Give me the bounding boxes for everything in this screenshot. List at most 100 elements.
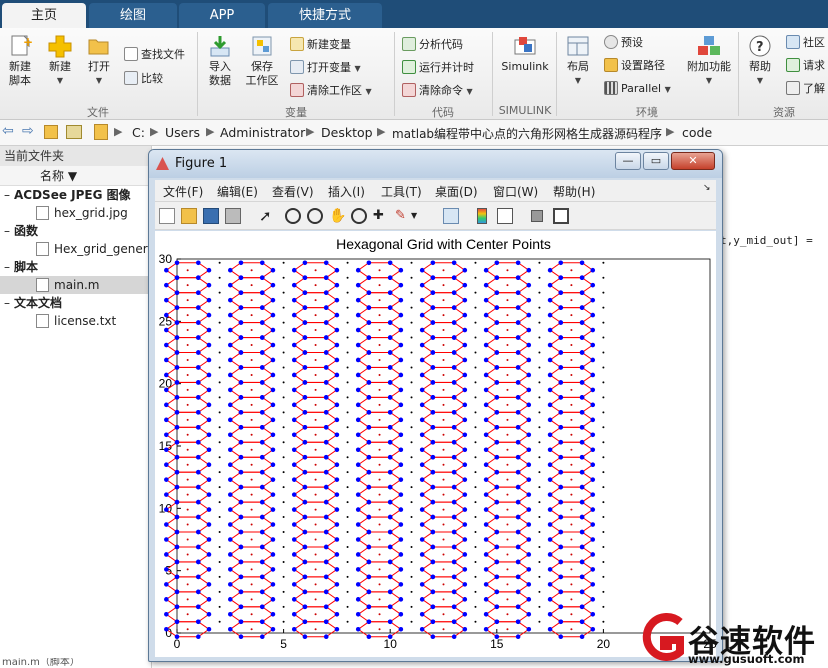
hex-vertex-point [419, 402, 425, 408]
print-icon[interactable] [225, 208, 241, 224]
figure-menu-item[interactable]: 工具(T) [381, 183, 422, 200]
legend-icon[interactable] [497, 208, 513, 224]
colorbar-icon[interactable] [477, 208, 487, 224]
new-variable-button[interactable]: 新建变量 [290, 36, 351, 54]
pan-hand-icon[interactable]: ✋ [329, 208, 346, 224]
back-arrow-icon[interactable]: ⇦ [2, 123, 14, 139]
folder-group[interactable]: 脚本 [0, 258, 151, 276]
data-cursor-icon[interactable]: ✚ [373, 208, 389, 224]
grid-center-point [346, 605, 349, 608]
hex-vertex-point [483, 612, 489, 617]
minimize-button[interactable]: — [615, 152, 641, 170]
breadcrumb-desktop[interactable]: Desktop [321, 125, 373, 140]
zoom-out-icon[interactable] [307, 208, 323, 224]
folder-group[interactable]: 函数 [0, 222, 151, 240]
hex-vertex-point [483, 417, 489, 423]
request-button[interactable]: 请求 [786, 57, 825, 75]
community-button[interactable]: 社区 [786, 34, 825, 52]
set-path-button[interactable]: 设置路径 [604, 57, 665, 75]
hex-vertex-point [323, 410, 329, 415]
zoom-in-icon[interactable] [285, 208, 301, 224]
forward-arrow-icon[interactable]: ⇨ [22, 123, 34, 139]
tab-apps[interactable]: APP [179, 3, 265, 28]
figure-menu-item[interactable]: 桌面(D) [435, 183, 478, 200]
folder-group[interactable]: ACDSee JPEG 图像 [0, 186, 151, 204]
breadcrumb-administrator[interactable]: Administrator [220, 125, 305, 140]
file-list-item[interactable]: license.txt [0, 312, 151, 330]
tab-shortcuts[interactable]: 快捷方式 [268, 3, 382, 28]
folder-group[interactable]: 文本文档 [0, 294, 151, 312]
breadcrumb-users[interactable]: Users [165, 125, 200, 140]
pointer-icon[interactable]: ➚ [259, 208, 275, 224]
new-figure-icon[interactable] [159, 208, 175, 224]
brush-icon[interactable]: ✎ [395, 208, 411, 224]
chevron-down-icon[interactable]: ▼ [411, 208, 427, 224]
run-and-time-button[interactable]: 运行并计时 [402, 59, 474, 77]
file-list-item[interactable]: hex_grid.jpg [0, 204, 151, 222]
new-script-icon: + [7, 34, 33, 58]
hex-vertex-point [334, 417, 340, 423]
open-variable-button[interactable]: 打开变量 ▼ [290, 59, 361, 77]
new-button[interactable]: 新建 ▼ [40, 34, 80, 88]
breadcrumb-c[interactable]: C: [132, 125, 145, 140]
figure-menu-item[interactable]: 插入(I) [328, 183, 365, 200]
show-plot-tools-icon[interactable] [553, 208, 569, 224]
layout-button[interactable]: 布局 ▼ [558, 34, 598, 88]
tab-plots[interactable]: 绘图 [89, 3, 177, 28]
hex-vertex-point [462, 537, 468, 542]
file-icon [36, 242, 49, 256]
analyze-code-button[interactable]: 分析代码 [402, 36, 463, 54]
hex-vertex-point [579, 290, 585, 295]
hex-vertex-point [515, 410, 521, 415]
clear-commands-button[interactable]: 清除命令 ▼ [402, 82, 473, 100]
new-script-button[interactable]: + 新建 脚本 [0, 34, 40, 88]
hex-vertex-point [228, 612, 233, 617]
browse-folder-icon[interactable] [66, 125, 82, 139]
grid-center-point [474, 396, 477, 399]
grid-center-point [346, 291, 349, 294]
open-file-icon[interactable] [181, 208, 197, 224]
save-icon[interactable] [203, 208, 219, 224]
figure-menu-item[interactable]: 帮助(H) [553, 183, 595, 200]
file-list-item[interactable]: Hex_grid_generator.m [0, 240, 151, 258]
figure-menu-item[interactable]: 文件(F) [163, 183, 203, 200]
figure-menu-item[interactable]: 查看(V) [272, 183, 314, 200]
find-files-button[interactable]: 查找文件 [124, 46, 185, 64]
hex-vertex-point [387, 290, 393, 295]
save-workspace-button[interactable]: 保存 工作区 [242, 34, 282, 88]
hide-plot-tools-icon[interactable] [531, 210, 543, 222]
figure-menu-item[interactable]: 编辑(E) [217, 183, 258, 200]
name-column-header[interactable]: 名称 ▼ [0, 166, 151, 186]
rotate-icon[interactable] [351, 208, 367, 224]
hex-vertex-point [526, 402, 532, 408]
close-button[interactable]: ✕ [671, 152, 715, 170]
preferences-button[interactable]: 预设 [604, 34, 643, 52]
hex-vertex-point [494, 544, 500, 550]
up-folder-icon[interactable] [44, 125, 58, 139]
clear-workspace-button[interactable]: 清除工作区 ▼ [290, 82, 372, 100]
breadcrumb-code[interactable]: code [682, 125, 712, 140]
hex-vertex-point [270, 282, 276, 288]
learn-button[interactable]: 了解 [786, 80, 825, 98]
file-list-item[interactable]: main.m [0, 276, 151, 294]
dock-arrow-icon[interactable]: ↘ [703, 183, 711, 193]
import-data-button[interactable]: 导入 数据 [200, 34, 240, 88]
hex-center-point [506, 553, 509, 556]
figure-menu-item[interactable]: 窗口(W) [493, 183, 538, 200]
link-plot-icon[interactable] [443, 208, 459, 224]
tab-home[interactable]: 主页 [2, 3, 86, 28]
grid-center-point [602, 261, 605, 264]
simulink-button[interactable]: Simulink [500, 34, 550, 74]
figure-title: Figure 1 [175, 156, 228, 171]
hex-center-point [442, 344, 445, 347]
parallel-button[interactable]: Parallel ▼ [604, 80, 671, 98]
hex-vertex-point [164, 417, 169, 423]
figure-titlebar[interactable]: Figure 1 — ▭ ✕ [149, 150, 722, 178]
compare-button[interactable]: 比较 [124, 70, 163, 88]
breadcrumb-project[interactable]: matlab编程带中心点的六角形网格生成器源码程序 [392, 125, 662, 142]
maximize-button[interactable]: ▭ [643, 152, 669, 170]
addons-button[interactable]: 附加功能 ▼ [684, 34, 734, 88]
help-button[interactable]: ? 帮助 ▼ [740, 34, 780, 88]
open-button[interactable]: 打开 ▼ [79, 34, 119, 88]
hex-vertex-point [355, 492, 361, 497]
